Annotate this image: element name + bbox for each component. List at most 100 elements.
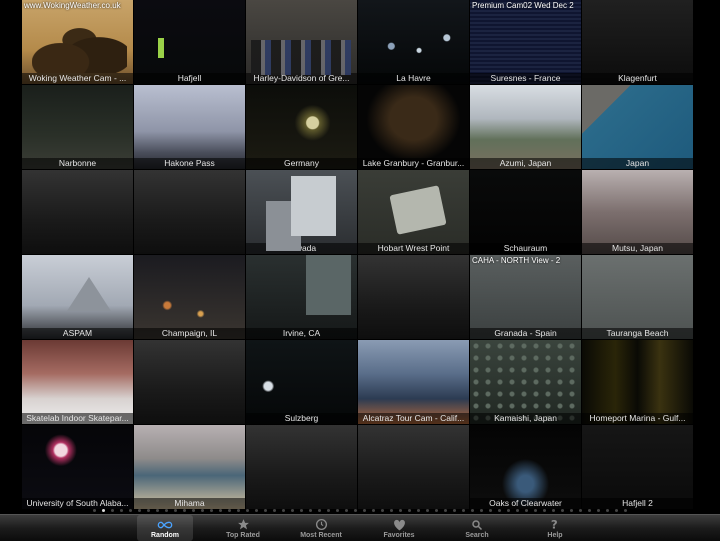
- page-dot[interactable]: [552, 509, 555, 512]
- webcam-tile[interactable]: Klagenfurt: [582, 0, 694, 84]
- page-dot[interactable]: [372, 509, 375, 512]
- webcam-tile[interactable]: Irvine, CA: [246, 255, 358, 339]
- page-dot[interactable]: [246, 509, 249, 512]
- page-dot[interactable]: [291, 509, 294, 512]
- page-dot[interactable]: [516, 509, 519, 512]
- webcam-tile[interactable]: Germany: [246, 85, 358, 169]
- tab-top-rated[interactable]: Top Rated: [204, 515, 282, 541]
- page-dot[interactable]: [570, 509, 573, 512]
- webcam-tile[interactable]: [22, 170, 134, 254]
- webcam-tile[interactable]: Kamaishi, Japan: [470, 340, 582, 424]
- webcam-tile[interactable]: Mihama: [134, 425, 246, 509]
- page-dot[interactable]: [525, 509, 528, 512]
- page-dot[interactable]: [363, 509, 366, 512]
- webcam-tile[interactable]: [246, 425, 358, 509]
- page-dot[interactable]: [534, 509, 537, 512]
- webcam-tile[interactable]: Champaign, IL: [134, 255, 246, 339]
- page-dot[interactable]: [201, 509, 204, 512]
- webcam-tile[interactable]: Hakone Pass: [134, 85, 246, 169]
- page-dot[interactable]: [579, 509, 582, 512]
- page-dot[interactable]: [480, 509, 483, 512]
- tab-favorites[interactable]: Favorites: [360, 515, 438, 541]
- page-dot[interactable]: [462, 509, 465, 512]
- webcam-tile[interactable]: Japan: [582, 85, 694, 169]
- page-dot[interactable]: [336, 509, 339, 512]
- page-dot[interactable]: [192, 509, 195, 512]
- page-dot[interactable]: [210, 509, 213, 512]
- webcam-tile[interactable]: Tauranga Beach: [582, 255, 694, 339]
- page-dot[interactable]: [255, 509, 258, 512]
- page-dot[interactable]: [381, 509, 384, 512]
- webcam-tile[interactable]: Alcatraz Tour Cam - Calif...: [358, 340, 470, 424]
- page-dot[interactable]: [489, 509, 492, 512]
- webcam-tile[interactable]: Mutsu, Japan: [582, 170, 694, 254]
- tab-most-recent[interactable]: Most Recent: [282, 515, 360, 541]
- tab-random[interactable]: Random: [137, 515, 193, 541]
- webcam-tile[interactable]: Hobart Wrest Point: [358, 170, 470, 254]
- page-dot[interactable]: [318, 509, 321, 512]
- webcam-tile[interactable]: La Havre: [358, 0, 470, 84]
- page-dot[interactable]: [165, 509, 168, 512]
- page-dot[interactable]: [174, 509, 177, 512]
- page-dot[interactable]: [444, 509, 447, 512]
- page-dot[interactable]: [93, 509, 96, 512]
- page-dot[interactable]: [111, 509, 114, 512]
- page-dot[interactable]: [219, 509, 222, 512]
- page-dot[interactable]: [435, 509, 438, 512]
- page-dot[interactable]: [561, 509, 564, 512]
- webcam-tile[interactable]: Oaks of Clearwater: [470, 425, 582, 509]
- page-dot[interactable]: [309, 509, 312, 512]
- page-dot[interactable]: [273, 509, 276, 512]
- page-dot[interactable]: [399, 509, 402, 512]
- tab-search[interactable]: Search: [438, 515, 516, 541]
- webcam-tile[interactable]: Lake Granbury - Granbur...: [358, 85, 470, 169]
- page-dot[interactable]: [129, 509, 132, 512]
- page-dot[interactable]: [327, 509, 330, 512]
- webcam-tile[interactable]: Homeport Marina - Gulf...: [582, 340, 694, 424]
- page-dot[interactable]: [615, 509, 618, 512]
- page-dot[interactable]: [417, 509, 420, 512]
- page-dot[interactable]: [138, 509, 141, 512]
- page-dot[interactable]: [390, 509, 393, 512]
- webcam-tile[interactable]: Azumi, Japan: [470, 85, 582, 169]
- page-dot[interactable]: [300, 509, 303, 512]
- webcam-tile[interactable]: [358, 255, 470, 339]
- webcam-tile[interactable]: Harley-Davidson of Gre...: [246, 0, 358, 84]
- webcam-tile[interactable]: Schauraum: [470, 170, 582, 254]
- page-dot[interactable]: [120, 509, 123, 512]
- webcam-tile[interactable]: Towada: [246, 170, 358, 254]
- page-dot[interactable]: [354, 509, 357, 512]
- page-dot[interactable]: [237, 509, 240, 512]
- webcam-tile[interactable]: Premium Cam02 Wed Dec 2 Suresnes - France: [470, 0, 582, 84]
- webcam-tile[interactable]: Narbonne: [22, 85, 134, 169]
- page-dot[interactable]: [156, 509, 159, 512]
- page-dot[interactable]: [183, 509, 186, 512]
- page-dot[interactable]: [147, 509, 150, 512]
- webcam-tile[interactable]: [134, 170, 246, 254]
- page-dot[interactable]: [507, 509, 510, 512]
- page-dot[interactable]: [471, 509, 474, 512]
- page-dot[interactable]: [588, 509, 591, 512]
- webcam-tile[interactable]: Hafjell: [134, 0, 246, 84]
- page-indicator[interactable]: [0, 507, 720, 514]
- page-dot[interactable]: [624, 509, 627, 512]
- webcam-tile[interactable]: [358, 425, 470, 509]
- page-dot[interactable]: [543, 509, 546, 512]
- page-dot[interactable]: [345, 509, 348, 512]
- page-dot[interactable]: [453, 509, 456, 512]
- webcam-tile[interactable]: Skatelab Indoor Skatepar...: [22, 340, 134, 424]
- page-dot[interactable]: [498, 509, 501, 512]
- webcam-tile[interactable]: Sulzberg: [246, 340, 358, 424]
- webcam-tile[interactable]: www.WokingWeather.co.uk Woking Weather Ca…: [22, 0, 134, 84]
- page-dot[interactable]: [597, 509, 600, 512]
- page-dot[interactable]: [264, 509, 267, 512]
- webcam-tile[interactable]: [134, 340, 246, 424]
- page-dot[interactable]: [606, 509, 609, 512]
- page-dot[interactable]: [426, 509, 429, 512]
- webcam-tile[interactable]: Hafjell 2: [582, 425, 694, 509]
- webcam-tile[interactable]: CAHA - NORTH View - 2 Granada - Spain: [470, 255, 582, 339]
- page-dot[interactable]: [228, 509, 231, 512]
- tab-help[interactable]: ? Help: [516, 515, 594, 541]
- page-dot[interactable]: [102, 509, 105, 512]
- webcam-tile[interactable]: University of South Alaba...: [22, 425, 134, 509]
